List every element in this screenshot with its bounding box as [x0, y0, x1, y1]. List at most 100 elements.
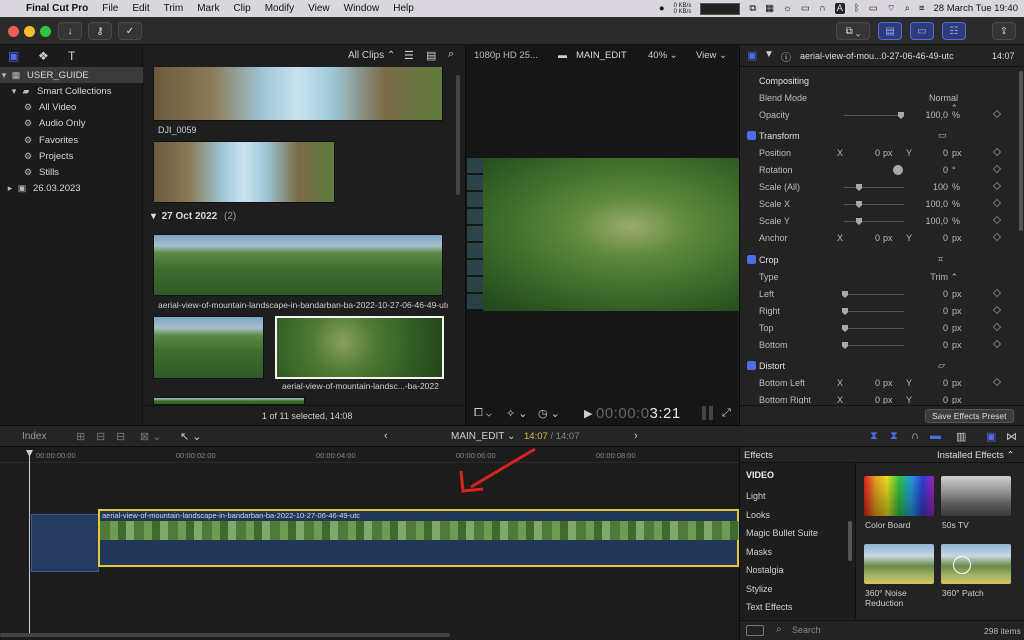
background-tasks-button[interactable]: ✓ [118, 22, 142, 40]
keyframe-icon[interactable] [992, 181, 1002, 191]
audio-meters-icon[interactable] [702, 406, 714, 420]
clip-filter-menu[interactable]: All Clips ⌃ [348, 50, 395, 61]
history-back-icon[interactable]: ‹ [384, 430, 388, 442]
video-inspector-icon[interactable]: ▣ [747, 49, 757, 62]
scale-all-slider-knob[interactable] [856, 184, 862, 191]
crop-right-slider[interactable] [844, 311, 904, 312]
play-button[interactable]: ▶ [584, 407, 592, 420]
transitions-browser-icon[interactable]: ⋈ [1006, 430, 1017, 443]
keyframe-icon[interactable] [992, 305, 1002, 315]
viewer-image[interactable] [467, 158, 739, 311]
menu-view[interactable]: View [301, 3, 337, 14]
menu-app[interactable]: Final Cut Pro [19, 3, 95, 14]
grid-icon[interactable]: ▦ [765, 3, 774, 14]
effect-360-patch[interactable]: 360° Patch [941, 544, 1011, 599]
menu-file[interactable]: File [95, 3, 125, 14]
clip-thumbnail-mountain-2[interactable] [153, 316, 264, 379]
effects-browser-icon[interactable]: ▣ [986, 430, 996, 443]
crop-left-slider[interactable] [844, 294, 904, 295]
connect-clip-icon[interactable]: ⊞ [76, 430, 85, 443]
keyframe-icon[interactable] [992, 215, 1002, 225]
category-magic-bullet-suite[interactable]: Magic Bullet Suite [740, 524, 856, 542]
inspector-scrollbar[interactable] [1019, 71, 1023, 231]
category-video[interactable]: VIDEO [740, 466, 856, 484]
filmstrip-view-icon[interactable]: ▤ [426, 49, 436, 62]
workspace-menu-button[interactable]: ⧉ ⌄ [836, 22, 870, 40]
bottom-left-x[interactable]: 0 [860, 378, 880, 388]
sidebar-item-favorites[interactable]: ⚙ Favorites [0, 132, 143, 148]
control-center-icon[interactable]: ≡ [919, 3, 925, 14]
opacity-value[interactable]: 100,0 [918, 110, 948, 120]
keyframe-icon[interactable] [992, 198, 1002, 208]
category-scrollbar[interactable] [848, 521, 852, 561]
category-text-effects[interactable]: Text Effects [740, 598, 856, 616]
timeline-clip-selected[interactable]: aerial-view-of-mountain-landscape-in-ban… [98, 509, 739, 567]
clip-appearance-icon[interactable]: ☰ [404, 49, 414, 62]
distort-checkbox[interactable] [747, 361, 756, 370]
color-inspector-icon[interactable]: ▼ [764, 49, 774, 60]
clip-thumbnail-tower-2[interactable] [153, 141, 335, 203]
audio-skimming-icon[interactable]: ⧗ [890, 430, 898, 443]
show-timeline-button[interactable]: ▭ [910, 22, 934, 40]
wifi-icon[interactable]: ⌔ [887, 3, 896, 14]
sidebar-item-projects[interactable]: ⚙ Projects [0, 148, 143, 164]
menu-help[interactable]: Help [386, 3, 421, 14]
crop-bottom-knob[interactable] [842, 342, 848, 349]
crop-right-value[interactable]: 0 [918, 306, 948, 316]
scale-y-slider[interactable] [844, 221, 904, 222]
crop-type-select[interactable]: Trim ⌃ [920, 272, 958, 283]
enhance-tool-icon[interactable]: ✧ ⌄ [506, 407, 528, 420]
clip-thumbnail-tower-1[interactable] [153, 67, 443, 121]
browser-scrollbar[interactable] [456, 75, 460, 195]
category-looks[interactable]: Looks [740, 506, 856, 524]
headphones-icon[interactable]: ∩ [819, 3, 826, 14]
battery-icon[interactable]: ▭ [869, 3, 878, 14]
keyframe-icon[interactable] [992, 377, 1002, 387]
creative-cloud-icon[interactable]: ● [659, 3, 665, 14]
photos-audio-tab-icon[interactable]: ❖ [38, 49, 49, 63]
input-source-icon[interactable]: A [834, 3, 845, 14]
display-icon[interactable]: ▭ [801, 3, 810, 14]
save-effects-preset-button[interactable]: Save Effects Preset [925, 409, 1014, 423]
viewer-timecode[interactable]: 00:00:03:21 [596, 405, 681, 422]
timeline-ruler[interactable]: 00:00:00:00 00:00:02:00 00:00:04:00 00:0… [0, 447, 739, 463]
rotation-dial[interactable] [893, 165, 903, 175]
crop-top-slider[interactable] [844, 328, 904, 329]
crop-left-knob[interactable] [842, 291, 848, 298]
search-icon[interactable]: ⌕ [905, 3, 910, 14]
position-x-value[interactable]: 0 [860, 148, 880, 158]
keyframe-icon[interactable] [992, 339, 1002, 349]
scale-all-value[interactable]: 100 [918, 182, 948, 192]
scale-y-slider-knob[interactable] [856, 218, 862, 225]
category-stylize[interactable]: Stylize [740, 580, 856, 598]
import-button[interactable]: ↓ [58, 22, 82, 40]
scale-x-slider-knob[interactable] [856, 201, 862, 208]
bottom-left-y[interactable]: 0 [928, 378, 948, 388]
sidebar-item-event[interactable]: ▸ ▣ 26.03.2023 [0, 180, 143, 196]
anchor-x-value[interactable]: 0 [860, 233, 880, 243]
effect-50s-tv[interactable]: 50s TV [941, 476, 1011, 531]
gap-clip[interactable] [31, 514, 99, 572]
keyframe-icon[interactable] [992, 288, 1002, 298]
clip-thumbnail-mountain[interactable] [153, 234, 443, 296]
show-inspector-button[interactable]: ☷ [942, 22, 966, 40]
sidebar-item-library[interactable]: ▾ ▦ USER_GUIDE [0, 67, 143, 83]
scale-x-value[interactable]: 100,0 [918, 199, 948, 209]
distort-onscreen-icon[interactable]: ▱ [938, 360, 945, 371]
crop-left-value[interactable]: 0 [918, 289, 948, 299]
playhead[interactable] [29, 450, 30, 635]
bluetooth-icon[interactable]: ᛒ [854, 3, 860, 14]
clip-appearance-icon[interactable]: ▥ [956, 430, 966, 443]
select-tool-icon[interactable]: ↖ ⌄ [180, 430, 202, 443]
brightness-icon[interactable]: ☼ [783, 3, 792, 14]
append-clip-icon[interactable]: ⊟ [116, 430, 125, 443]
installed-effects-menu[interactable]: Installed Effects ⌃ [937, 450, 1015, 461]
keywords-button[interactable]: ⚷ [88, 22, 112, 40]
opacity-slider[interactable] [844, 115, 904, 116]
crop-onscreen-icon[interactable]: ⌗ [938, 254, 943, 265]
scale-all-slider[interactable] [844, 187, 904, 188]
snapping-icon[interactable]: ▬ [930, 430, 941, 442]
menu-clip[interactable]: Clip [226, 3, 257, 14]
headphones-icon[interactable]: ∩ [911, 430, 919, 442]
speed-tool-icon[interactable]: ◷ ⌄ [538, 407, 560, 420]
